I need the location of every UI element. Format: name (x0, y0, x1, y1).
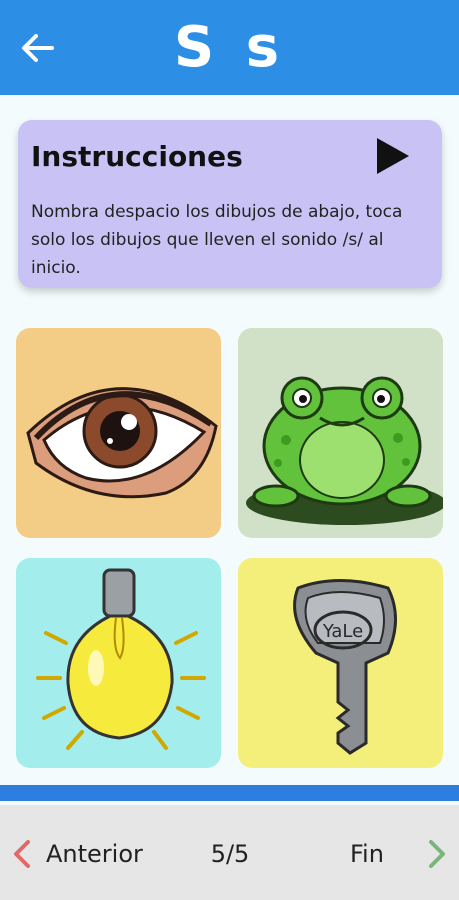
page-title: S s (173, 15, 286, 80)
page-counter: 5/5 (210, 840, 250, 868)
key-picture: YaLe (293, 579, 397, 755)
chevron-left-icon[interactable] (10, 838, 34, 870)
picture-tile-frog[interactable] (238, 328, 443, 538)
instructions-text: Nombra despacio los dibujos de abajo, to… (31, 202, 403, 278)
progress-bar (0, 785, 459, 801)
key-engraving: YaLe (322, 621, 363, 642)
previous-button[interactable]: Anterior (46, 838, 143, 870)
light-bulb-picture (36, 568, 206, 750)
eye-picture (26, 387, 218, 499)
picture-tile-eye[interactable] (16, 328, 221, 538)
instructions-title: Instrucciones (31, 140, 243, 173)
instructions-card: Instrucciones Nombra despacio los dibujo… (18, 120, 442, 288)
chevron-right-icon[interactable] (425, 838, 449, 870)
picture-tile-key[interactable]: YaLe (238, 558, 443, 768)
play-icon[interactable] (374, 136, 412, 176)
frog-picture (246, 376, 443, 525)
picture-tile-light-bulb[interactable] (16, 558, 221, 768)
app-header: S s (0, 0, 459, 95)
finish-button[interactable]: Fin (350, 838, 384, 870)
